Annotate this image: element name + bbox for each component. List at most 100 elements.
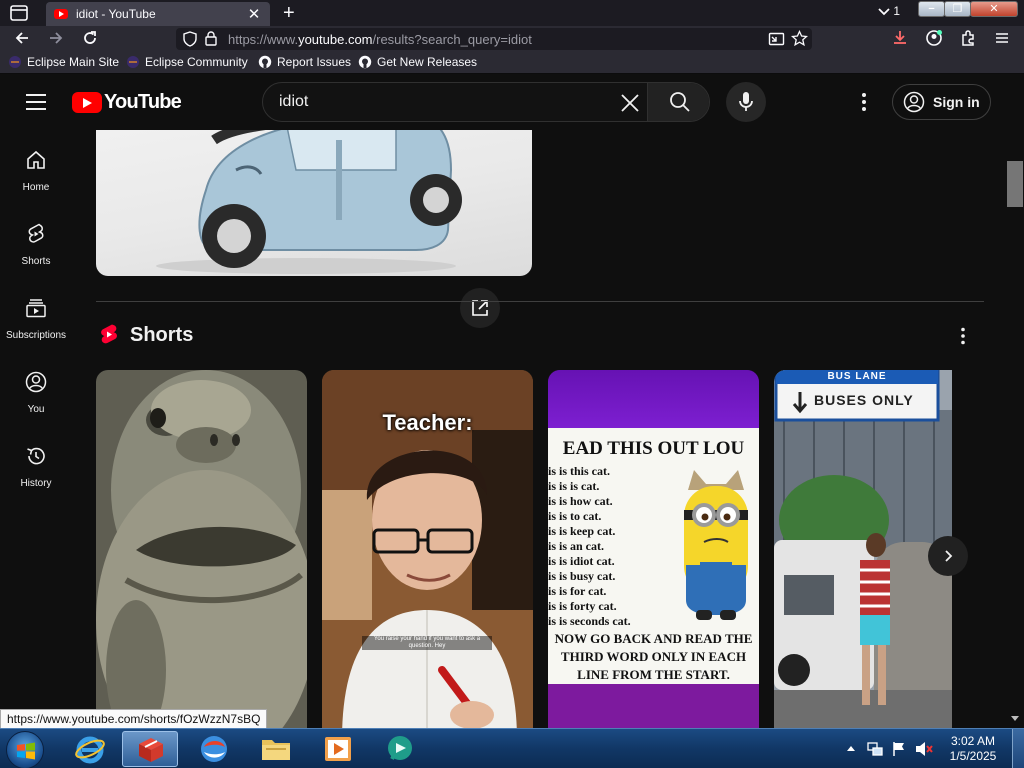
ad-thumbnail[interactable] bbox=[96, 130, 532, 276]
shorts-icon bbox=[28, 223, 44, 243]
minion-cat-icon bbox=[684, 470, 748, 620]
taskbar-app-active[interactable] bbox=[122, 731, 178, 767]
back-icon[interactable] bbox=[12, 29, 32, 49]
forward-icon[interactable] bbox=[46, 29, 66, 49]
new-tab-icon[interactable]: + bbox=[283, 2, 303, 25]
chat-bubble-icon bbox=[388, 736, 412, 760]
app-menu-icon[interactable] bbox=[992, 29, 1012, 49]
short-headline: EAD THIS OUT LOU bbox=[562, 438, 745, 459]
picture-in-picture-icon[interactable] bbox=[768, 31, 785, 47]
sidebar-item-home[interactable]: Home bbox=[0, 130, 72, 204]
browser-tab[interactable]: idiot - YouTube ✕ bbox=[46, 2, 270, 26]
bookmark-eclipse-main-site[interactable]: Eclipse Main Site bbox=[8, 55, 119, 69]
search-button[interactable] bbox=[647, 83, 709, 121]
swirl-browser-icon bbox=[201, 736, 227, 762]
sidebar-item-shorts[interactable]: Shorts bbox=[0, 204, 72, 278]
shorts-more-icon[interactable] bbox=[952, 325, 974, 347]
subscriptions-icon bbox=[26, 299, 46, 318]
guide-menu-icon[interactable] bbox=[26, 94, 46, 110]
settings-more-icon[interactable] bbox=[852, 90, 876, 114]
clear-search-icon[interactable] bbox=[619, 92, 641, 114]
start-button[interactable] bbox=[6, 731, 44, 768]
history-icon bbox=[27, 447, 45, 465]
show-desktop-button[interactable] bbox=[1012, 729, 1024, 768]
internet-explorer-icon bbox=[75, 736, 105, 764]
sidebar-item-history[interactable]: History bbox=[0, 426, 72, 500]
bookmark-eclipse-community[interactable]: Eclipse Community bbox=[126, 55, 248, 69]
youtube-play-icon bbox=[72, 92, 102, 113]
restore-icon: ❐ bbox=[952, 2, 963, 15]
short-thumbnail bbox=[96, 370, 307, 730]
sidebar-item-you[interactable]: You bbox=[0, 352, 72, 426]
github-icon bbox=[358, 55, 372, 69]
sidebar-item-subscriptions[interactable]: Subscriptions bbox=[0, 278, 72, 352]
sign-in-button[interactable]: Sign in bbox=[892, 84, 991, 120]
eclipse-icon bbox=[9, 56, 21, 68]
downloads-icon[interactable] bbox=[890, 29, 910, 49]
tracking-protection-icon[interactable] bbox=[182, 31, 198, 47]
address-bar[interactable]: https://www.youtube.com/results?search_q… bbox=[176, 28, 812, 50]
section-divider bbox=[96, 301, 984, 302]
short-card[interactable]: EAD THIS OUT LOU is is this cat. is is i… bbox=[548, 370, 759, 730]
clock-date: 1/5/2025 bbox=[949, 749, 997, 763]
short-card[interactable]: BUS LANE BUSES ONLY bbox=[774, 370, 952, 730]
scroll-down-icon[interactable] bbox=[1010, 715, 1020, 723]
taskbar-media-player[interactable] bbox=[310, 731, 366, 767]
page-scrollbar[interactable] bbox=[1006, 130, 1024, 730]
short-card[interactable] bbox=[96, 370, 307, 730]
clock-time: 3:02 AM bbox=[950, 734, 996, 748]
microphone-icon bbox=[739, 92, 753, 111]
bus-sign-top: BUS LANE bbox=[827, 371, 887, 382]
taskbar-file-explorer[interactable] bbox=[248, 731, 304, 767]
scrollbar-thumb[interactable] bbox=[1007, 161, 1023, 207]
reload-icon[interactable] bbox=[80, 29, 100, 49]
extensions-icon[interactable] bbox=[958, 29, 978, 49]
network-icon[interactable] bbox=[866, 740, 884, 758]
taskbar-browser-app[interactable] bbox=[186, 731, 242, 767]
minimize-icon: – bbox=[928, 2, 935, 15]
system-clock[interactable]: 3:02 AM 1/5/2025 bbox=[940, 734, 1006, 764]
browser-tab-bar: idiot - YouTube ✕ + 1 – ❐ ✕ bbox=[0, 0, 1024, 26]
shorts-shelf-header: Shorts bbox=[98, 323, 193, 347]
show-hidden-icons-icon[interactable] bbox=[846, 744, 856, 752]
home-icon bbox=[27, 150, 45, 169]
close-icon: ✕ bbox=[989, 2, 999, 15]
short-overlay-text: Teacher: bbox=[382, 410, 473, 435]
media-player-icon bbox=[325, 737, 351, 761]
account-circle-icon bbox=[903, 91, 925, 113]
shorts-title: Shorts bbox=[130, 323, 194, 346]
bookmark-star-icon[interactable] bbox=[791, 30, 808, 47]
account-icon[interactable] bbox=[924, 29, 944, 49]
tab-close-icon[interactable]: ✕ bbox=[246, 5, 262, 23]
taskbar-chat-app[interactable] bbox=[372, 731, 428, 767]
window-minimize-button[interactable]: – bbox=[918, 1, 945, 17]
github-icon bbox=[258, 55, 272, 69]
window-restore-button[interactable]: ❐ bbox=[944, 1, 971, 17]
short-thumbnail bbox=[774, 370, 952, 730]
youtube-masthead: YouTube Sign in bbox=[0, 74, 1024, 130]
short-footer-text: NOW GO BACK AND READ THE THIRD WORD ONLY… bbox=[554, 631, 753, 682]
link-status-tooltip: https://www.youtube.com/shorts/fOzWzzN7s… bbox=[0, 709, 268, 729]
tab-list-icon[interactable] bbox=[8, 4, 30, 22]
windows-taskbar: 3:02 AM 1/5/2025 bbox=[0, 728, 1024, 768]
shorts-logo-icon bbox=[101, 324, 117, 344]
bookmark-get-new-releases[interactable]: Get New Releases bbox=[358, 55, 477, 69]
short-card[interactable]: Teacher: You raise your hand if you want… bbox=[322, 370, 533, 730]
windows-logo-icon bbox=[17, 742, 35, 760]
tab-title: idiot - YouTube bbox=[76, 7, 156, 21]
short-caption: You raise your hand if you want to ask a… bbox=[362, 636, 492, 650]
volume-muted-icon[interactable] bbox=[914, 740, 934, 758]
youtube-logo[interactable]: YouTube bbox=[72, 91, 182, 114]
lock-icon[interactable] bbox=[203, 30, 219, 47]
search-input[interactable] bbox=[279, 83, 619, 121]
window-close-button[interactable]: ✕ bbox=[970, 1, 1018, 17]
bookmark-report-issues[interactable]: Report Issues bbox=[258, 55, 351, 69]
ad-image bbox=[156, 130, 462, 274]
chevron-right-icon bbox=[945, 550, 953, 562]
shorts-next-button[interactable] bbox=[928, 536, 968, 576]
voice-search-button[interactable] bbox=[726, 82, 766, 122]
taskbar-internet-explorer[interactable] bbox=[62, 731, 118, 767]
action-center-flag-icon[interactable] bbox=[890, 740, 908, 758]
open-link-button[interactable] bbox=[460, 288, 500, 328]
tab-count[interactable]: 1 bbox=[878, 4, 900, 18]
